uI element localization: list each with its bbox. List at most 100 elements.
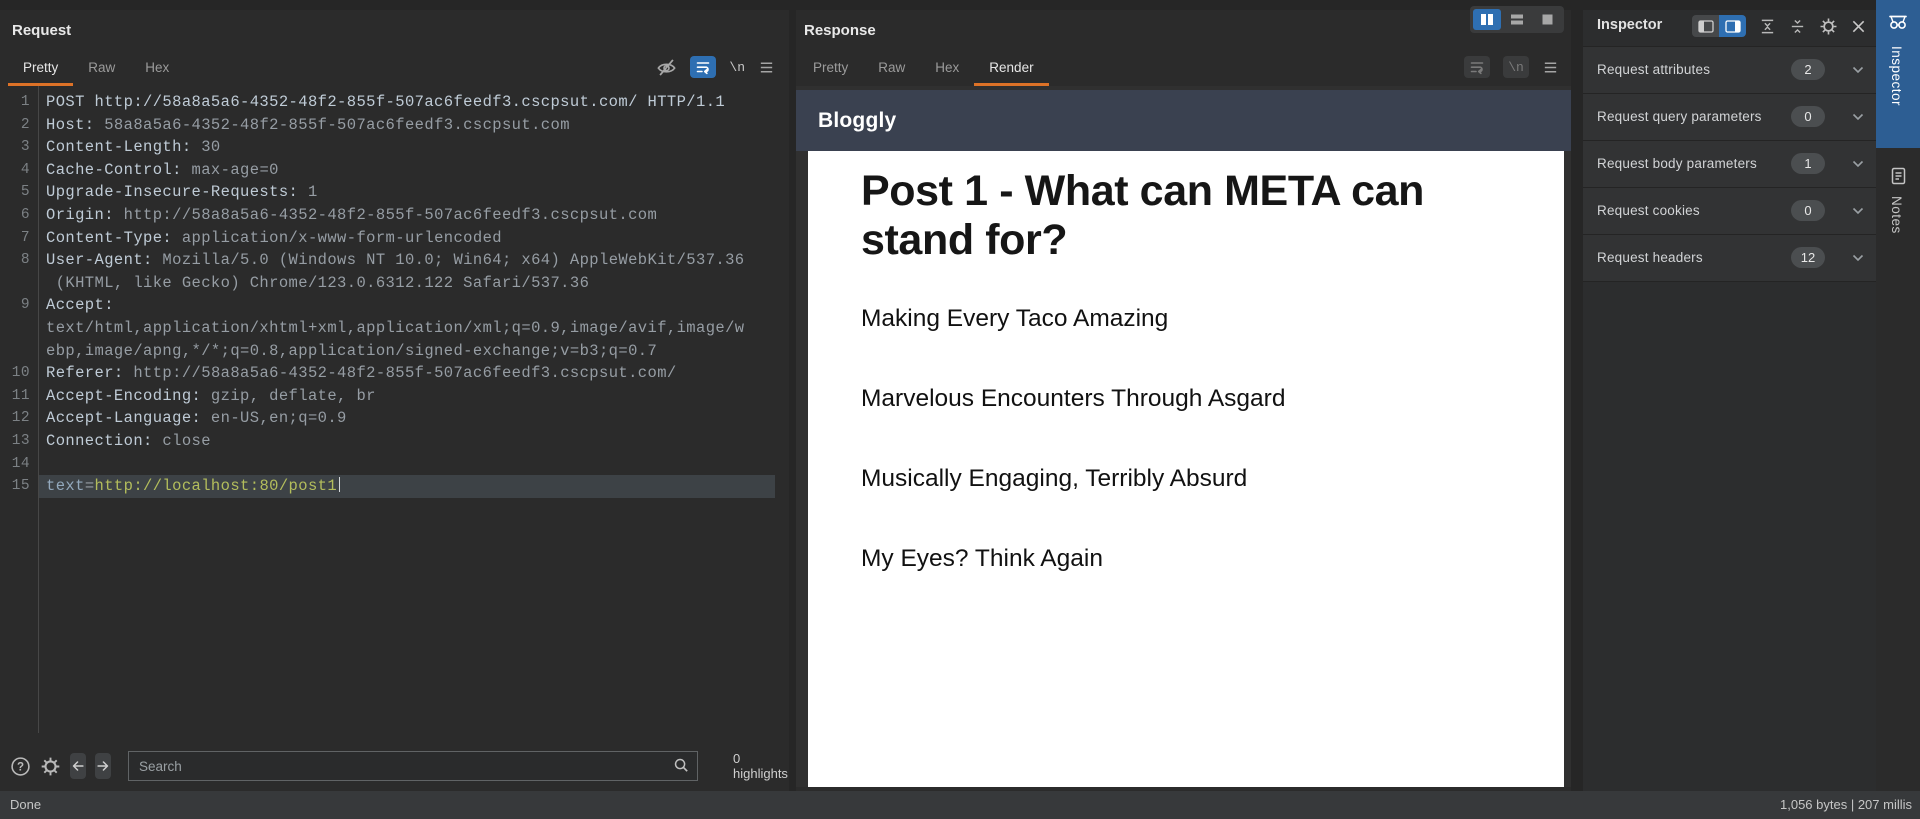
response-menu-icon[interactable]: [1542, 59, 1559, 76]
newline-chars-button[interactable]: \n: [729, 60, 745, 75]
chevron-down-icon[interactable]: [1852, 66, 1864, 74]
post-line: Making Every Taco Amazing: [861, 305, 1169, 333]
wrap-lines-button[interactable]: [690, 56, 717, 78]
response-editor-toolbar: \n: [1464, 56, 1559, 78]
expand-all-button[interactable]: [1789, 18, 1806, 35]
editor-line[interactable]: 3 Content-Length: 30: [0, 136, 789, 159]
line-number: 14: [11, 455, 30, 472]
svg-text:?: ?: [17, 761, 24, 773]
request-menu-icon[interactable]: [758, 59, 775, 76]
line-number: [0, 340, 38, 363]
layout-rows-button[interactable]: [1503, 9, 1531, 30]
rendered-post-title: Post 1 - What can META can stand for?: [861, 167, 1425, 265]
view-layout-toggle: [1470, 6, 1564, 33]
inspector-section[interactable]: Request query parameters 0: [1583, 93, 1876, 140]
editor-line-text: Accept-Language: en-US,en;q=0.9: [46, 409, 347, 428]
editor-line[interactable]: 12 Accept-Language: en-US,en;q=0.9: [0, 407, 789, 430]
settings-icon[interactable]: [40, 756, 61, 777]
inspector-dock-left-button[interactable]: [1692, 15, 1719, 37]
help-icon[interactable]: ?: [10, 756, 31, 777]
response-panel: Response Pretty Raw Hex Render \n Bloggly P…: [796, 10, 1571, 791]
response-panel-title: Response: [804, 22, 876, 39]
hide-matches-icon[interactable]: [656, 57, 677, 78]
inspector-glasses-icon: [1887, 12, 1909, 32]
request-editor-toolbar: \n: [656, 56, 775, 78]
chevron-down-icon[interactable]: [1852, 207, 1864, 215]
count-badge: 1: [1791, 153, 1825, 174]
chevron-down-icon[interactable]: [1852, 160, 1864, 168]
close-icon[interactable]: [1851, 19, 1866, 34]
count-badge: 0: [1791, 106, 1825, 127]
rail-tab-inspector[interactable]: Inspector: [1876, 0, 1920, 148]
editor-line-text: Origin: http://58a8a5a6-4352-48f2-855f-5…: [46, 205, 658, 224]
line-number: 4: [20, 161, 30, 178]
editor-line[interactable]: 14: [0, 453, 789, 476]
editor-line[interactable]: 4 Cache-Control: max-age=0: [0, 159, 789, 182]
layout-single-button[interactable]: [1533, 9, 1561, 30]
editor-line[interactable]: (KHTML, like Gecko) Chrome/123.0.6312.12…: [0, 272, 789, 295]
side-rail: Inspector Notes: [1876, 0, 1920, 791]
inspector-section[interactable]: Request headers 12: [1583, 234, 1876, 282]
gear-icon[interactable]: [1819, 17, 1838, 36]
editor-line[interactable]: 11 Accept-Encoding: gzip, deflate, br: [0, 385, 789, 408]
editor-line[interactable]: 5 Upgrade-Insecure-Requests: 1: [0, 181, 789, 204]
line-number: 5: [20, 184, 30, 201]
editor-line[interactable]: ebp,image/apng,*/*;q=0.8,application/sig…: [0, 340, 789, 363]
inspector-section[interactable]: Request cookies 0: [1583, 187, 1876, 234]
tab-raw[interactable]: Raw: [863, 54, 920, 86]
line-number: 1: [20, 94, 30, 110]
editor-line-text: Connection: close: [46, 431, 211, 450]
editor-line-text: [38, 453, 775, 476]
inspector-section-label: Request headers: [1597, 250, 1703, 265]
search-forward-button[interactable]: [95, 753, 111, 779]
line-number: [0, 272, 38, 295]
line-number: 8: [20, 252, 30, 269]
chevron-down-icon[interactable]: [1852, 113, 1864, 121]
rendered-site-nav: Bloggly: [796, 90, 1571, 151]
response-tabs: Pretty Raw Hex Render: [798, 54, 1049, 86]
newline-chars-button-disabled: \n: [1503, 56, 1529, 78]
tab-raw[interactable]: Raw: [73, 54, 130, 86]
notes-icon[interactable]: [1889, 166, 1908, 186]
editor-line[interactable]: 13 Connection: close: [0, 430, 789, 453]
search-icon[interactable]: [673, 757, 690, 774]
line-number: 15: [11, 478, 30, 495]
rail-tab-notes[interactable]: Notes: [1889, 196, 1904, 234]
collapse-all-button[interactable]: [1759, 18, 1776, 35]
count-badge: 0: [1791, 200, 1825, 221]
editor-line[interactable]: 2 Host: 58a8a5a6-4352-48f2-855f-507ac6fee…: [0, 114, 789, 137]
line-number: 11: [11, 387, 30, 404]
chevron-down-icon[interactable]: [1852, 254, 1864, 262]
editor-line[interactable]: 1 POST http://58a8a5a6-4352-48f2-855f-507…: [0, 91, 789, 114]
post-line: Musically Engaging, Terribly Absurd: [861, 465, 1248, 493]
editor-line[interactable]: text/html,application/xhtml+xml,applicat…: [0, 317, 789, 340]
editor-line-text: Accept:: [46, 296, 114, 315]
line-number: 12: [11, 410, 30, 427]
line-number: 3: [20, 139, 30, 156]
editor-line[interactable]: 10 Referer: http://58a8a5a6-4352-48f2-855…: [0, 362, 789, 385]
editor-line[interactable]: 9 Accept:: [0, 294, 789, 317]
editor-line[interactable]: 15 text=http://localhost:80/post1: [0, 475, 789, 498]
search-input[interactable]: [128, 751, 698, 781]
editor-line-text: Upgrade-Insecure-Requests: 1: [46, 183, 318, 202]
inspector-dock-right-button[interactable]: [1719, 15, 1746, 37]
editor-line[interactable]: 6 Origin: http://58a8a5a6-4352-48f2-855f-…: [0, 204, 789, 227]
status-bar: Done 1,056 bytes | 207 millis: [0, 791, 1920, 819]
inspector-title: Inspector: [1597, 17, 1663, 33]
tab-pretty[interactable]: Pretty: [8, 54, 74, 86]
request-editor[interactable]: 1 POST http://58a8a5a6-4352-48f2-855f-507…: [0, 86, 789, 733]
tab-render[interactable]: Render: [974, 54, 1049, 86]
editor-line[interactable]: 7 Content-Type: application/x-www-form-ur…: [0, 227, 789, 250]
inspector-section[interactable]: Request attributes 2: [1583, 46, 1876, 93]
tab-pretty[interactable]: Pretty: [798, 54, 863, 86]
inspector-section[interactable]: Request body parameters 1: [1583, 140, 1876, 187]
tab-hex[interactable]: Hex: [920, 54, 974, 86]
layout-columns-button[interactable]: [1473, 9, 1501, 30]
tab-hex[interactable]: Hex: [130, 54, 184, 86]
inspector-header: Inspector: [1583, 10, 1876, 46]
search-back-button[interactable]: [70, 753, 86, 779]
editor-line-text: Host: 58a8a5a6-4352-48f2-855f-507ac6feed…: [46, 115, 570, 134]
post-line: My Eyes? Think Again: [861, 545, 1103, 573]
editor-line[interactable]: 8 User-Agent: Mozilla/5.0 (Windows NT 10.…: [0, 249, 789, 272]
line-number: 2: [20, 116, 30, 133]
